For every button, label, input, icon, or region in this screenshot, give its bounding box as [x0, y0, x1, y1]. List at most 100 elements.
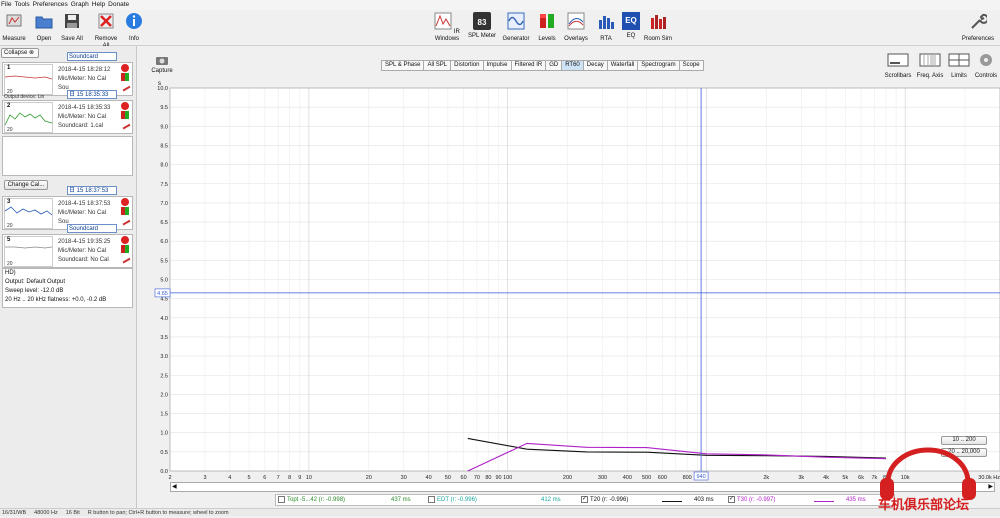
rta-icon: [599, 16, 614, 29]
y-tick-label: 3.0: [160, 354, 168, 360]
tab-spl-phase[interactable]: SPL & Phase: [381, 60, 424, 71]
remove-all-button[interactable]: Remove All: [91, 12, 121, 50]
remove-measurement-icon[interactable]: [121, 198, 129, 206]
remove-measurement-icon[interactable]: [121, 102, 129, 110]
overlay-icon[interactable]: [121, 245, 129, 253]
t20-checkbox[interactable]: ✓: [581, 496, 588, 503]
menu-donate[interactable]: Donate: [108, 0, 129, 10]
edit-icon[interactable]: [119, 214, 131, 226]
tab-impulse[interactable]: Impulse: [482, 60, 511, 71]
edit-icon[interactable]: [119, 80, 131, 92]
spl-meter-button[interactable]: 83 SPL Meter: [467, 12, 497, 40]
overlays-button[interactable]: Overlays: [562, 12, 590, 43]
limits-button[interactable]: Limits: [947, 53, 971, 80]
tab-scope[interactable]: Scope: [678, 60, 704, 71]
levels-icon: [540, 14, 554, 28]
legend-edt[interactable]: EDT (r: -0.996): [428, 496, 477, 505]
graph-tabs: SPL & Phase All SPL Distortion Impulse F…: [381, 60, 704, 71]
tab-rt60[interactable]: RT60: [561, 60, 583, 71]
tab-waterfall[interactable]: Waterfall: [606, 60, 638, 71]
y-tick-label: 8.0: [160, 163, 168, 169]
x-tick-label: 5: [248, 475, 251, 481]
remove-measurement-icon[interactable]: [121, 64, 129, 72]
edt-checkbox[interactable]: [428, 496, 435, 503]
open-button[interactable]: Open: [33, 12, 55, 43]
rta-button[interactable]: RTA: [596, 12, 616, 43]
topt-checkbox[interactable]: [278, 496, 285, 503]
remove-measurement-icon[interactable]: [121, 236, 129, 244]
controls-icon: [980, 54, 992, 66]
measurement-card-5[interactable]: 5 20 2018-4-15 19:35:25 Mic/Meter: No Ca…: [2, 234, 133, 268]
tab-filtered-ir[interactable]: Filtered IR: [510, 60, 546, 71]
menu-help[interactable]: Help: [92, 0, 105, 10]
info-icon: [126, 13, 142, 29]
collapse-button[interactable]: Collapse ⊗: [1, 48, 39, 58]
edit-icon[interactable]: [119, 252, 131, 264]
measurement-card-2[interactable]: 2 20 2018-4-15 18:35:33 Mic/Meter: No Ca…: [2, 100, 133, 134]
y-tick-label: 1.5: [160, 412, 168, 418]
measurement-name-input[interactable]: 日 15 18:37:53: [67, 186, 117, 195]
y-tick-label: 4.5: [160, 297, 168, 303]
x-tick-label: 10: [306, 475, 312, 481]
freq-axis-button[interactable]: Freq. Axis: [916, 53, 944, 80]
y-axis: 0.0 0.5 1.0 1.5 2.0 2.5 3.0 3.5 4.0 4.5 5.0 5.5 6.0 6…: [157, 86, 168, 475]
info-button[interactable]: Info: [125, 12, 143, 43]
rt60-graph[interactable]: 0.0 0.5 1.0 1.5 2.0 2.5 3.0 3.5 4.0 4.5 5.0 5.5 6.0 6…: [150, 77, 1000, 497]
menu-preferences[interactable]: Preferences: [33, 0, 68, 10]
tab-gd[interactable]: GD: [545, 60, 562, 71]
y-tick-label: 6.0: [160, 239, 168, 245]
overlay-icon[interactable]: [121, 111, 129, 119]
measurement-thumbnail: 3 20: [4, 198, 53, 229]
overlay-icon[interactable]: [121, 73, 129, 81]
legend-topt[interactable]: Topt -5...42 (r: -0.998): [278, 496, 345, 505]
watermark-text: 车机俱乐部论坛: [878, 498, 970, 513]
y-tick-label: 9.0: [160, 124, 168, 130]
ir-windows-icon: [434, 12, 452, 30]
x-tick-label: 80: [485, 475, 491, 481]
edit-icon[interactable]: [119, 118, 131, 130]
x-tick-label: 100: [503, 475, 512, 481]
overlay-icon[interactable]: [121, 207, 129, 215]
eq-button[interactable]: EQ EQ: [622, 12, 640, 40]
y-tick-label: 7.5: [160, 182, 168, 188]
x-tick-label: 70: [474, 475, 480, 481]
change-cal-button[interactable]: Change Cal...: [4, 180, 48, 190]
tab-spectrogram[interactable]: Spectrogram: [637, 60, 679, 71]
y-tick-label: 8.5: [160, 143, 168, 149]
y-tick-label: 1.0: [160, 431, 168, 437]
measurement-name-input[interactable]: 日 15 18:35:33: [67, 90, 117, 99]
x-tick-label: 3k: [798, 475, 804, 481]
measurement-thumbnail: 5 20: [4, 236, 53, 267]
legend-t30[interactable]: ✓ T30 (r: -0.997): [728, 496, 775, 505]
generator-button[interactable]: Generator: [502, 12, 530, 43]
levels-button[interactable]: Levels: [536, 12, 558, 43]
measurement-name-input[interactable]: Soundcard: [67, 224, 117, 233]
save-all-button[interactable]: Save All: [61, 12, 83, 43]
notes-box[interactable]: [2, 136, 133, 176]
ir-windows-button[interactable]: IR Windows: [431, 12, 463, 43]
room-sim-icon: [651, 15, 666, 29]
tab-all-spl[interactable]: All SPL: [423, 60, 451, 71]
preferences-button[interactable]: Preferences: [958, 12, 998, 43]
menu-bar: File Tools Preferences Graph Help Donate: [0, 0, 1000, 10]
capture-button[interactable]: Capture: [150, 55, 174, 74]
y-tick-label: 7.0: [160, 201, 168, 207]
t30-swatch: [814, 501, 834, 502]
microphone-icon: [6, 14, 22, 27]
scroll-left-icon[interactable]: ◀: [172, 484, 177, 491]
tab-decay[interactable]: Decay: [582, 60, 607, 71]
eq-icon: EQ: [622, 12, 640, 30]
menu-graph[interactable]: Graph: [71, 0, 89, 10]
menu-file[interactable]: File: [1, 0, 11, 10]
tab-distortion[interactable]: Distortion: [450, 60, 483, 71]
legend-t20[interactable]: ✓ T20 (r: -0.996): [581, 496, 628, 505]
menu-tools[interactable]: Tools: [14, 0, 29, 10]
controls-button[interactable]: Controls: [973, 53, 999, 80]
measurement-name-input[interactable]: Soundcard: [67, 52, 117, 61]
t30-checkbox[interactable]: ✓: [728, 496, 735, 503]
scrollbars-button[interactable]: Scrollbars: [884, 53, 912, 80]
room-sim-button[interactable]: Room Sim: [644, 12, 672, 43]
camera-icon: [156, 57, 168, 65]
x-tick-label: 4k: [823, 475, 829, 481]
measure-button[interactable]: Measure: [2, 12, 26, 43]
